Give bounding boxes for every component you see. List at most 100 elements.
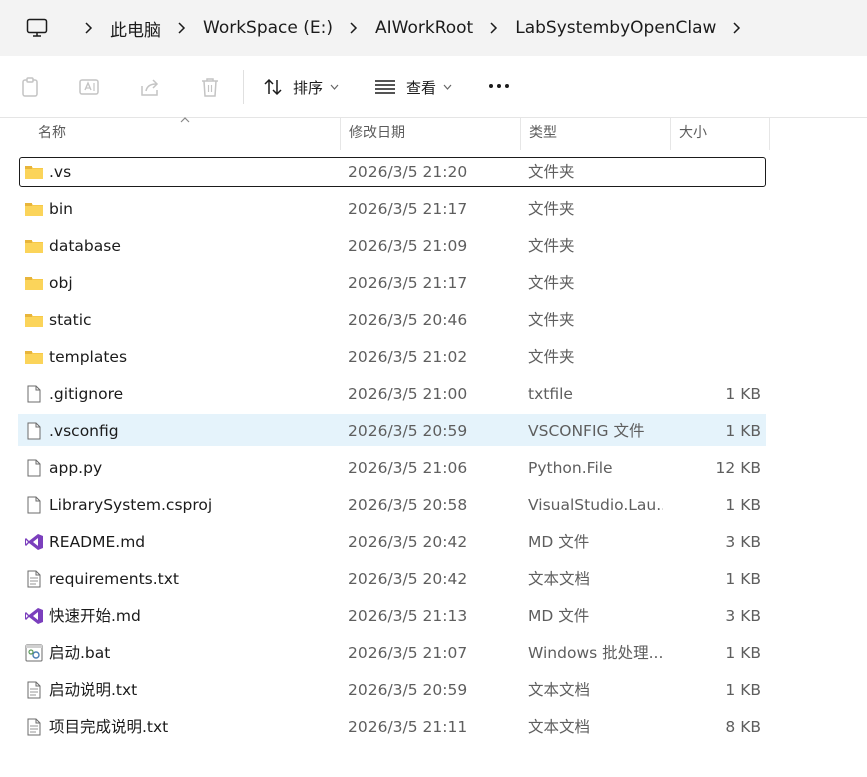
file-modified-date: 2026/3/5 21:20 (348, 163, 468, 181)
folder-icon (24, 311, 44, 329)
view-label: 查看 (406, 78, 437, 97)
more-options-icon[interactable] (489, 84, 509, 88)
file-name: README.md (49, 533, 146, 551)
breadcrumb-item[interactable]: AIWorkRoot (375, 18, 473, 38)
file-size: 3 KB (725, 607, 761, 625)
text-file-icon (24, 681, 44, 699)
text-file-icon (24, 570, 44, 588)
file-name: app.py (49, 459, 103, 477)
file-row[interactable]: static 2026/3/5 20:46 文件夹 (18, 303, 767, 340)
file-row[interactable]: templates 2026/3/5 21:02 文件夹 (18, 340, 767, 377)
file-type: Python.File (528, 459, 613, 477)
file-row[interactable]: 启动.bat 2026/3/5 21:07 Windows 批处理... 1 KB (18, 636, 767, 673)
chevron-right-icon[interactable] (345, 19, 363, 37)
file-modified-date: 2026/3/5 21:17 (348, 200, 468, 218)
column-header-size[interactable]: 大小 (671, 118, 770, 150)
file-modified-date: 2026/3/5 20:59 (348, 422, 468, 440)
file-type: MD 文件 (528, 533, 590, 551)
computer-icon[interactable] (26, 18, 48, 38)
breadcrumb-item[interactable]: 此电脑 (110, 16, 161, 41)
file-name: 项目完成说明.txt (49, 718, 169, 736)
file-name: .gitignore (49, 385, 124, 403)
file-row[interactable]: database 2026/3/5 21:09 文件夹 (18, 229, 767, 266)
sort-label: 排序 (293, 78, 324, 97)
file-name: 启动说明.txt (49, 681, 138, 699)
file-size: 1 KB (725, 422, 761, 440)
file-icon (24, 459, 44, 477)
file-row[interactable]: .vsconfig 2026/3/5 20:59 VSCONFIG 文件 1 KB (18, 414, 767, 451)
file-name: 启动.bat (49, 644, 111, 662)
rename-icon[interactable] (78, 76, 100, 98)
file-modified-date: 2026/3/5 21:13 (348, 607, 468, 625)
file-size: 1 KB (725, 644, 761, 662)
breadcrumb-item[interactable]: LabSystembyOpenClaw (515, 18, 716, 38)
chevron-right-icon[interactable] (80, 19, 98, 37)
file-row[interactable]: app.py 2026/3/5 21:06 Python.File 12 KB (18, 451, 767, 488)
chevron-right-icon[interactable] (728, 19, 746, 37)
file-row[interactable]: 快速开始.md 2026/3/5 21:13 MD 文件 3 KB (18, 599, 767, 636)
text-file-icon (24, 718, 44, 736)
file-name: bin (49, 200, 73, 218)
file-row[interactable]: requirements.txt 2026/3/5 20:42 文本文档 1 KB (18, 562, 767, 599)
file-modified-date: 2026/3/5 21:02 (348, 348, 468, 366)
file-row[interactable]: LibrarySystem.csproj 2026/3/5 20:58 Visual… (18, 488, 767, 525)
folder-icon (24, 163, 44, 181)
paste-icon[interactable] (19, 76, 41, 98)
visual-studio-icon (24, 533, 44, 551)
folder-icon (24, 237, 44, 255)
chevron-right-icon[interactable] (485, 19, 503, 37)
file-size: 1 KB (725, 496, 761, 514)
file-icon (24, 422, 44, 440)
file-size: 1 KB (725, 570, 761, 588)
file-modified-date: 2026/3/5 21:06 (348, 459, 468, 477)
file-name: templates (49, 348, 128, 366)
file-row[interactable]: 项目完成说明.txt 2026/3/5 21:11 文本文档 8 KB (18, 710, 767, 747)
file-row[interactable]: .vs 2026/3/5 21:20 文件夹 (18, 155, 767, 192)
file-modified-date: 2026/3/5 21:00 (348, 385, 468, 403)
chevron-down-icon (443, 84, 452, 90)
file-row[interactable]: 启动说明.txt 2026/3/5 20:59 文本文档 1 KB (18, 673, 767, 710)
file-name: 快速开始.md (49, 607, 141, 625)
file-size (681, 266, 761, 300)
sort-button[interactable]: 排序 (263, 74, 339, 100)
file-name: requirements.txt (49, 570, 179, 588)
share-icon[interactable] (139, 76, 161, 98)
file-name: .vsconfig (49, 422, 119, 440)
file-modified-date: 2026/3/5 21:11 (348, 718, 468, 736)
column-header-type[interactable]: 类型 (521, 118, 671, 150)
file-type: 文件夹 (528, 237, 575, 255)
file-size: 3 KB (725, 533, 761, 551)
file-type: MD 文件 (528, 607, 590, 625)
file-row[interactable]: .gitignore 2026/3/5 21:00 txtfile 1 KB (18, 377, 767, 414)
file-row[interactable]: obj 2026/3/5 21:17 文件夹 (18, 266, 767, 303)
file-modified-date: 2026/3/5 20:46 (348, 311, 468, 329)
file-name: static (49, 311, 92, 329)
file-icon (24, 496, 44, 514)
file-type: 文本文档 (528, 718, 591, 736)
breadcrumb-item[interactable]: WorkSpace (E:) (203, 18, 333, 38)
file-row[interactable]: README.md 2026/3/5 20:42 MD 文件 3 KB (18, 525, 767, 562)
file-modified-date: 2026/3/5 20:42 (348, 533, 468, 551)
chevron-down-icon (330, 84, 339, 90)
column-header-date[interactable]: 修改日期 (341, 118, 521, 150)
file-size: 1 KB (725, 385, 761, 403)
column-header-name[interactable]: 名称 (30, 118, 341, 150)
folder-icon (24, 274, 44, 292)
view-button[interactable]: 查看 (374, 74, 452, 100)
file-icon (24, 385, 44, 403)
delete-icon[interactable] (199, 76, 221, 98)
file-type: VSCONFIG 文件 (528, 422, 645, 440)
file-size (681, 229, 761, 263)
file-size (681, 303, 761, 337)
file-type: 文件夹 (528, 163, 575, 181)
file-size (681, 340, 761, 374)
folder-icon (24, 200, 44, 218)
visual-studio-icon (24, 607, 44, 625)
file-type: 文件夹 (528, 311, 575, 329)
view-list-icon (375, 80, 395, 94)
breadcrumb[interactable]: 此电脑 WorkSpace (E:) AIWorkRoot LabSystemb… (10, 7, 855, 49)
file-name: obj (49, 274, 73, 292)
chevron-right-icon[interactable] (173, 19, 191, 37)
file-modified-date: 2026/3/5 21:17 (348, 274, 468, 292)
file-row[interactable]: bin 2026/3/5 21:17 文件夹 (18, 192, 767, 229)
